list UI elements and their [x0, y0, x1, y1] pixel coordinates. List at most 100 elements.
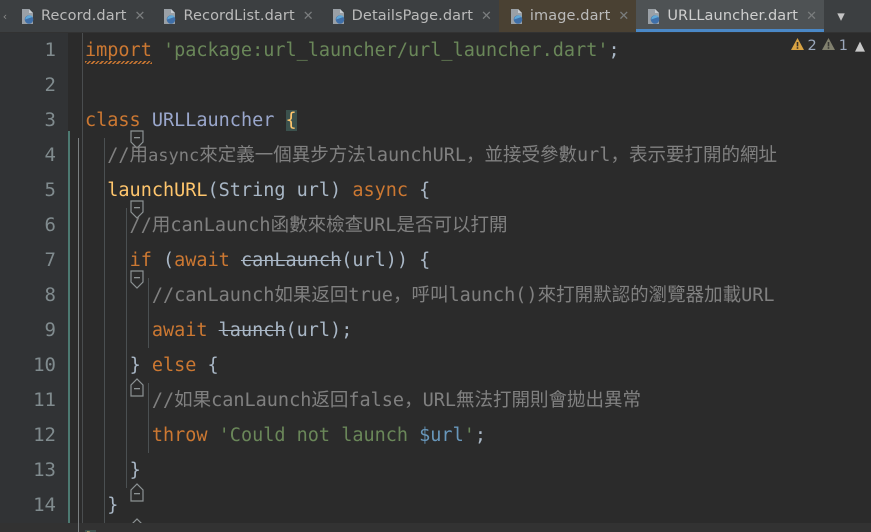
weak-warning-count: 1 — [838, 38, 848, 54]
fold-region-line — [78, 138, 79, 173]
line-content[interactable]: } — [85, 488, 118, 523]
indent-guide — [104, 243, 105, 278]
line-content[interactable]: //用async來定義一個異步方法launchURL，並接受參數url，表示要打… — [85, 138, 777, 174]
close-icon[interactable]: ✕ — [481, 10, 492, 23]
fold-region-line — [78, 173, 79, 208]
editor-line[interactable]: 5 launchURL(String url) async { — [0, 173, 871, 219]
tab-scroll-left-icon[interactable]: ‹ — [0, 0, 10, 32]
line-content[interactable]: //如果canLaunch返回false，URL無法打開則會拋出異常 — [85, 383, 641, 418]
tab-label: RecordList.dart — [183, 8, 295, 24]
line-number[interactable]: 3 — [0, 103, 56, 138]
tab-record-dart[interactable]: Record.dart ✕ — [10, 0, 152, 32]
close-icon[interactable]: ✕ — [135, 10, 146, 23]
line-number[interactable]: 5 — [0, 173, 56, 208]
tab-recordlist-dart[interactable]: RecordList.dart ✕ — [152, 0, 320, 32]
line-number[interactable]: 2 — [0, 68, 56, 103]
close-icon[interactable]: ✕ — [806, 10, 817, 23]
warning-group[interactable]: 2 — [790, 37, 817, 55]
warning-triangle-icon — [790, 37, 805, 55]
editor-line[interactable]: 14 } — [0, 488, 871, 532]
line-number[interactable]: 1 — [0, 33, 56, 68]
fold-region-line — [78, 453, 79, 488]
editor-line[interactable]: 13 } — [0, 453, 871, 502]
line-number[interactable]: 11 — [0, 383, 56, 418]
token-brace: { — [207, 355, 219, 376]
line-content[interactable]: } — [85, 453, 141, 488]
token-params: (String url) — [207, 180, 342, 201]
token-punct: ( — [162, 250, 175, 271]
editor-line[interactable]: 6 //用canLaunch函數來檢查URL是否可以打開 — [0, 208, 871, 243]
line-number[interactable]: 8 — [0, 278, 56, 313]
line-content[interactable]: launchURL(String url) async { — [85, 173, 430, 208]
line-number[interactable]: 10 — [0, 348, 56, 383]
line-number[interactable]: 4 — [0, 138, 56, 173]
line-number[interactable]: 12 — [0, 418, 56, 453]
chevron-up-icon[interactable]: ▲ — [855, 39, 865, 54]
weak-warning-group[interactable]: 1 — [821, 37, 848, 55]
indent-guide — [148, 418, 149, 453]
line-content[interactable]: //canLaunch如果返回true，呼叫launch()來打開默認的瀏覽器加… — [85, 278, 775, 313]
dart-file-icon — [509, 8, 524, 25]
indent-guide — [104, 173, 105, 208]
indent-guide — [126, 453, 127, 488]
warning-count: 2 — [807, 38, 817, 54]
token-punct: ; — [474, 425, 486, 446]
indent-guide — [104, 138, 105, 173]
tab-image-dart[interactable]: image.dart ✕ — [498, 0, 637, 32]
indent-guide — [126, 208, 127, 243]
tab-label: DetailsPage.dart — [351, 8, 473, 24]
token-string: 'package:url_launcher/url_launcher.dart' — [162, 40, 609, 61]
fold-region-line — [78, 488, 79, 523]
indent-guide — [148, 313, 149, 348]
token-deprecated-call: launch — [218, 320, 286, 341]
fold-region-line — [78, 208, 79, 243]
line-content[interactable]: //用canLaunch函數來檢查URL是否可以打開 — [85, 208, 508, 243]
line-content[interactable]: throw 'Could not launch $url'; — [85, 418, 486, 453]
indent-guide — [104, 383, 105, 418]
fold-region-line — [78, 418, 79, 453]
token-class-name: URLLauncher — [151, 110, 275, 131]
token-punct: (url); — [285, 320, 353, 341]
line-number[interactable]: 6 — [0, 208, 56, 243]
token-string: 'Could not launch — [218, 425, 420, 446]
editor-line[interactable]: 1 import 'package:url_launcher/url_launc… — [0, 33, 871, 68]
token-deprecated-call: canLaunch — [240, 250, 342, 271]
line-content[interactable]: } else { — [85, 348, 219, 383]
editor-line[interactable]: 12 throw 'Could not launch $url'; — [0, 418, 871, 453]
inspection-widget[interactable]: 2 1 ▲ — [790, 37, 865, 55]
token-brace: } — [129, 460, 141, 481]
editor-line[interactable]: 9 await launch(url); — [0, 313, 871, 348]
close-icon[interactable]: ✕ — [618, 10, 629, 23]
token-function: launchURL — [107, 180, 208, 201]
line-number[interactable]: 7 — [0, 243, 56, 278]
indent-guide — [126, 243, 127, 278]
token-brace: } — [107, 495, 119, 516]
tab-label: image.dart — [529, 8, 611, 24]
token-punct: ; — [608, 40, 620, 61]
editor-line[interactable]: 11 //如果canLaunch返回false，URL無法打開則會拋出異常 — [0, 383, 871, 418]
editor-line[interactable]: 10 } else { — [0, 348, 871, 397]
tab-detailspage-dart[interactable]: DetailsPage.dart ✕ — [321, 0, 499, 32]
token-keyword: await — [174, 250, 230, 271]
editor-line[interactable]: 3 class URLLauncher { — [0, 103, 871, 149]
token-keyword: await — [151, 320, 208, 341]
editor-line[interactable]: 2 — [0, 68, 871, 103]
dart-file-icon — [646, 8, 661, 25]
close-icon[interactable]: ✕ — [303, 10, 314, 23]
editor-line[interactable]: 4 //用async來定義一個異步方法launchURL，並接受參數url，表示… — [0, 138, 871, 173]
dart-file-icon — [20, 8, 35, 25]
line-number[interactable]: 13 — [0, 453, 56, 488]
indent-guide — [104, 208, 105, 243]
tab-urllauncher-dart[interactable]: URLLauncher.dart ✕ — [636, 0, 824, 32]
line-content[interactable]: if (await canLaunch(url)) { — [85, 243, 431, 278]
editor-line[interactable]: 7 if (await canLaunch(url)) { — [0, 243, 871, 289]
weak-warning-triangle-icon — [821, 37, 836, 55]
line-number[interactable]: 14 — [0, 488, 56, 523]
line-number[interactable]: 9 — [0, 313, 56, 348]
line-content[interactable]: class URLLauncher { — [85, 103, 297, 138]
line-content[interactable]: import 'package:url_launcher/url_launche… — [85, 33, 620, 68]
chevron-down-icon[interactable]: ▾ — [824, 0, 858, 32]
code-editor[interactable]: 2 1 ▲ 1 import 'package:url_launcher/url… — [0, 33, 871, 532]
indent-guide — [104, 453, 105, 488]
editor-line[interactable]: 8 //canLaunch如果返回true，呼叫launch()來打開默認的瀏覽… — [0, 278, 871, 313]
